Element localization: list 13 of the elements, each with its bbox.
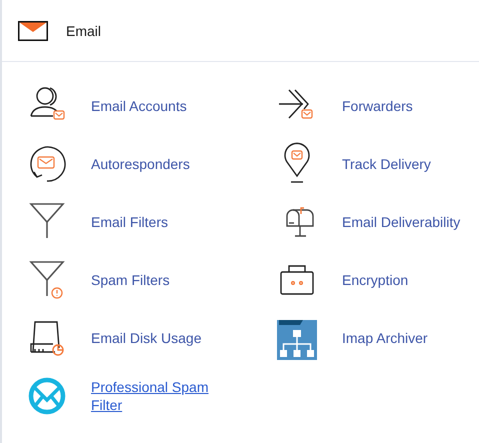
tool-label[interactable]: Email Accounts xyxy=(91,97,187,115)
envelope-icon xyxy=(18,20,48,40)
tool-link[interactable]: Professional Spam Filter xyxy=(91,378,231,414)
tool-label[interactable]: Track Delivery xyxy=(342,155,431,173)
section-title: Email xyxy=(66,22,102,38)
tool-label[interactable]: Encryption xyxy=(342,271,408,289)
tool-label[interactable]: Imap Archiver xyxy=(342,329,428,347)
tool-label[interactable]: Autoresponders xyxy=(91,155,190,173)
tool-label[interactable]: Email Deliverability xyxy=(342,213,460,231)
tool-label[interactable]: Email Disk Usage xyxy=(91,329,202,347)
tool-label[interactable]: Email Filters xyxy=(91,213,168,231)
tool-label[interactable]: Spam Filters xyxy=(91,271,170,289)
tool-label[interactable]: Forwarders xyxy=(342,97,413,115)
